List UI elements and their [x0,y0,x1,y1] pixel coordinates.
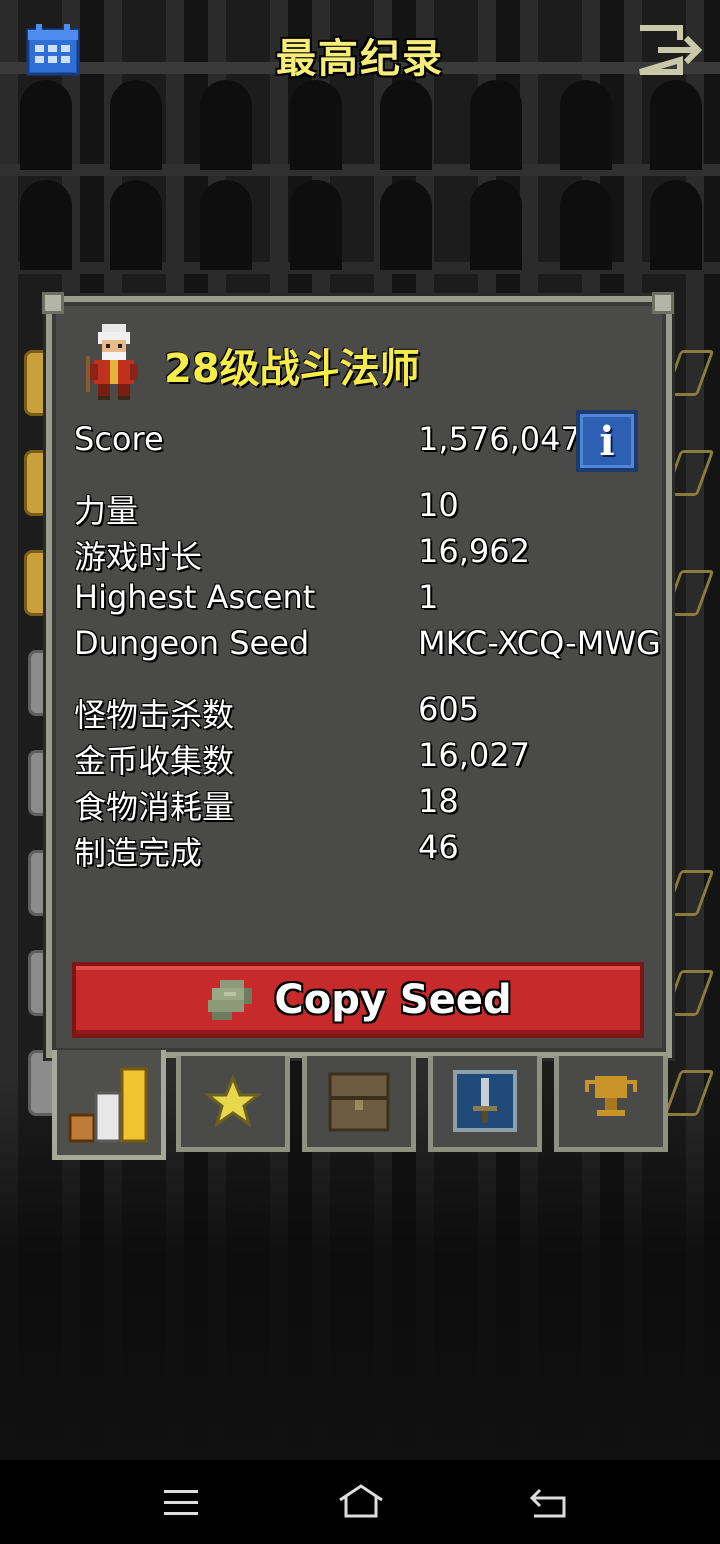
panel-rivet [42,292,64,314]
background-arch [20,80,72,170]
menu-icon[interactable] [160,1482,204,1522]
background-arch [650,80,702,170]
background-arch [110,80,162,170]
stat-label: 游戏时长 [74,538,203,576]
exit-icon[interactable] [636,24,706,76]
bar-chart-icon [68,1067,148,1142]
tab-badges[interactable] [176,1056,290,1152]
background-arch [200,180,252,270]
trophy-icon [585,1075,637,1116]
background-arch [200,80,252,170]
stat-value: 46 [418,828,459,866]
stat-value: 16,962 [418,532,530,570]
stat-value: 18 [418,782,459,820]
background-arch [20,180,72,270]
copy-seed-label: Copy Seed [274,977,512,1023]
copy-seed-button[interactable]: Copy Seed [72,962,644,1038]
star-icon [203,1073,263,1128]
tab-items[interactable] [302,1056,416,1152]
background-arch [470,80,522,170]
background-arch [290,80,342,170]
tab-achievements[interactable] [554,1056,668,1152]
stat-value: 16,027 [418,736,530,774]
stat-label: 食物消耗量 [74,788,235,826]
stat-value: 605 [418,690,480,728]
background-arch [380,80,432,170]
info-icon: i [599,417,615,465]
system-navigation-bar [0,1460,720,1544]
page-title: 最高纪录 [276,36,444,82]
stat-label: Dungeon Seed [74,624,310,662]
sword-icon [453,1069,517,1132]
background-ledge [0,262,720,274]
panel-rivet [652,292,674,314]
background-arch [560,180,612,270]
background-arch [650,180,702,270]
background-arch [470,180,522,270]
hero-title: 28级战斗法师 [164,346,420,392]
stat-value: 1 [418,578,439,616]
back-icon[interactable] [526,1482,570,1522]
score-value: 1,576,047 [418,420,581,458]
stat-label: 力量 [74,492,139,530]
stat-value: 10 [418,486,459,524]
stat-label: 怪物击杀数 [74,696,235,734]
score-label: Score [74,420,164,458]
background-arch [380,180,432,270]
battlemage-portrait-icon [86,324,142,400]
tab-stats[interactable] [52,1050,166,1160]
background-ledge [0,164,720,176]
seed-icon [208,980,253,1020]
score-info-button[interactable]: i [576,410,638,472]
background-arch [290,180,342,270]
stat-label: 金币收集数 [74,742,235,780]
home-icon[interactable] [336,1482,386,1522]
background-arch [560,80,612,170]
stat-label: Highest Ascent [74,578,316,616]
chest-icon [328,1072,390,1131]
dungeon-seed-value: MKC-XCQ-MWG [418,624,661,662]
tab-talents[interactable] [428,1056,542,1152]
background-arch [110,180,162,270]
stat-label: 制造完成 [74,834,203,872]
